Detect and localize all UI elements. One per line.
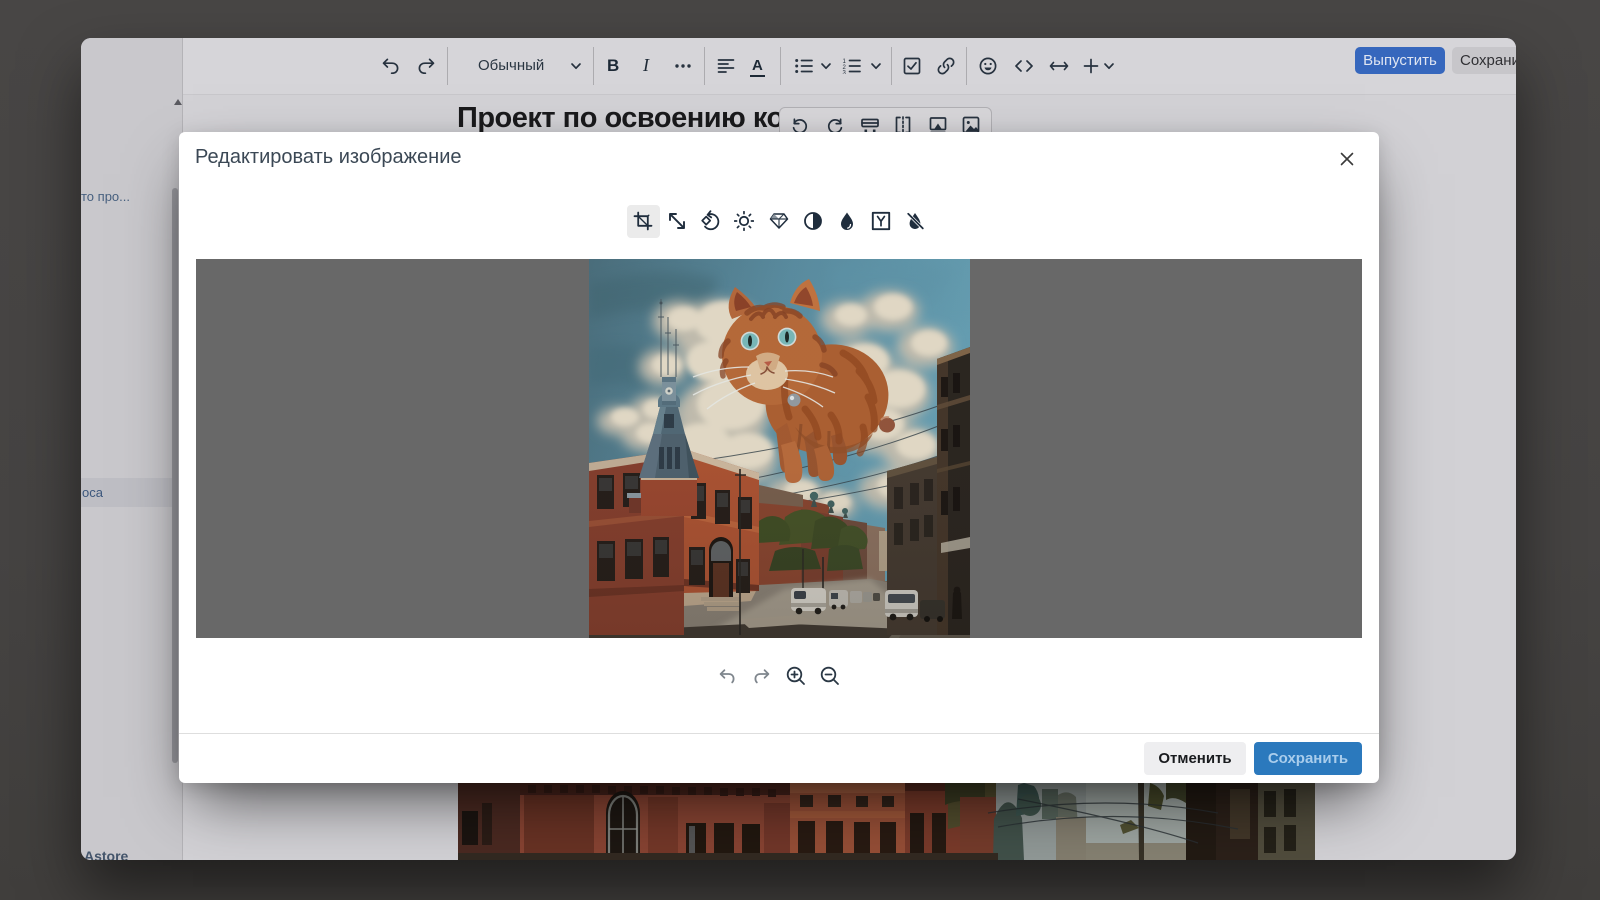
svg-text:3: 3 [843,71,847,75]
